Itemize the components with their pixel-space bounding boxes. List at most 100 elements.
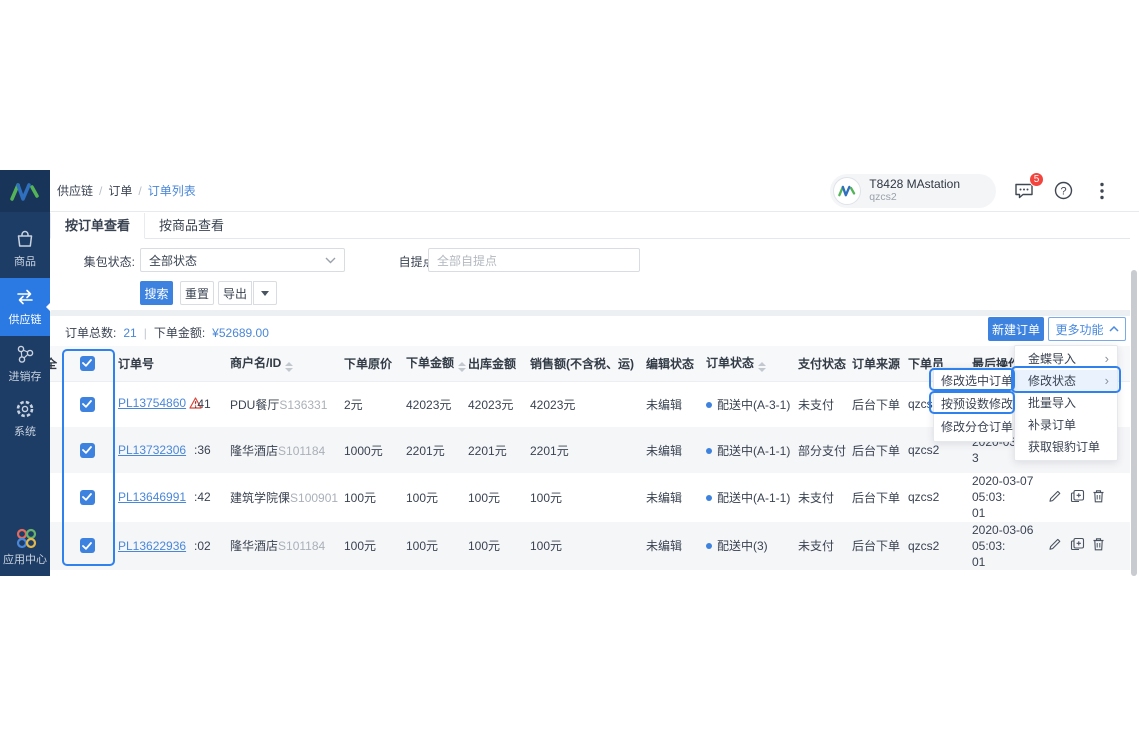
order-number-link[interactable]: PL13646991 — [118, 490, 186, 504]
order-number-link[interactable]: PL13622936 — [118, 539, 186, 553]
more-functions-menu: 金蝶导入›修改状态›批量导入补录订单获取银豹订单 — [1014, 345, 1118, 461]
cell-check — [58, 522, 116, 571]
sidebar-item-2[interactable]: 供应链 — [0, 278, 50, 336]
help-button[interactable]: ? — [1052, 180, 1074, 202]
messages-button[interactable]: 5 — [1013, 180, 1035, 202]
breadcrumb-item[interactable]: 供应链 — [57, 182, 93, 199]
kebab-icon — [1100, 182, 1104, 200]
menu-item[interactable]: 修改状态› — [1015, 370, 1117, 392]
sort-icon[interactable] — [758, 362, 766, 372]
row-checkbox[interactable] — [80, 397, 95, 412]
export-dropdown-button[interactable] — [253, 281, 277, 305]
cell-partial — [50, 381, 58, 427]
orig_price-value: 100元 — [344, 491, 376, 505]
inventory-icon — [14, 343, 36, 365]
cell-order_amt: 2201元 — [404, 427, 466, 473]
order_amt-value: 100元 — [406, 491, 438, 505]
copy-order-icon[interactable] — [1070, 537, 1085, 553]
delete-icon[interactable] — [1092, 489, 1107, 505]
submenu-item[interactable]: 修改分仓订单 — [934, 416, 1012, 439]
col-header-merchant[interactable]: 商户名/ID — [228, 346, 342, 381]
package-status-value: 全部状态 — [149, 252, 197, 269]
sales-value: 100元 — [530, 539, 562, 553]
row-checkbox[interactable] — [80, 490, 95, 505]
tab-1[interactable]: 按订单查看 — [50, 213, 145, 239]
menu-item[interactable]: 获取银豹订单 — [1015, 436, 1117, 458]
edit-icon[interactable] — [1048, 537, 1063, 553]
supply-chain-icon — [14, 286, 36, 308]
col-header-partial: 全 — [50, 346, 58, 381]
cell-orig_price: 100元 — [342, 473, 404, 522]
tab-2[interactable]: 按商品查看 — [145, 213, 238, 238]
col-header-status[interactable]: 订单状态 — [704, 346, 796, 381]
kebab-menu-button[interactable] — [1091, 180, 1113, 202]
edit-icon[interactable] — [1048, 489, 1063, 505]
export-button[interactable]: 导出 — [218, 281, 252, 305]
menu-item[interactable]: 补录订单 — [1015, 414, 1117, 436]
sort-icon[interactable] — [458, 362, 466, 372]
submenu-item-label: 修改选中订单 — [941, 370, 1013, 393]
sidebar-item-3[interactable]: 进销存 — [0, 335, 50, 393]
chevron-down-icon — [325, 257, 336, 264]
menu-item-label: 补录订单 — [1028, 414, 1076, 436]
col-header-order_amt[interactable]: 下单金额 — [404, 346, 466, 381]
cell-orig_price: 1000元 — [342, 427, 404, 473]
edit-value: 未编辑 — [646, 444, 682, 458]
menu-item-label: 批量导入 — [1028, 392, 1076, 414]
sidebar-item-4[interactable]: 系统 — [0, 390, 50, 448]
cell-sales: 42023元 — [528, 381, 644, 427]
topbar: 供应链/订单/订单列表 T8428 MAstation qzcs2 — [50, 170, 1139, 212]
breadcrumb-item[interactable]: 订单列表 — [148, 182, 196, 199]
cell-partial — [50, 473, 58, 522]
delete-icon[interactable] — [1092, 537, 1107, 553]
order-number-link[interactable]: PL13754860 — [118, 396, 186, 410]
sort-icon[interactable] — [285, 362, 293, 372]
edit-value: 未编辑 — [646, 539, 682, 553]
time-fragment: :36 — [194, 443, 211, 457]
app-logo[interactable] — [0, 170, 50, 212]
cell-orig_price: 100元 — [342, 522, 404, 571]
cell-merchant: 隆华酒店S101184 — [228, 427, 342, 473]
order-number-link[interactable]: PL13732306 — [118, 443, 186, 457]
cell-edit: 未编辑 — [644, 381, 704, 427]
pickup-point-input[interactable]: 全部自提点 — [428, 248, 640, 272]
cell-actions — [1046, 473, 1130, 522]
cell-status: 配送中(A-1-1) — [704, 473, 796, 522]
sidebar-item-5[interactable]: 应用中心 — [0, 518, 50, 576]
sidebar-item-1[interactable]: 商品 — [0, 220, 50, 278]
col-header-pay: 支付状态 — [796, 346, 850, 381]
app-center-icon — [14, 526, 36, 548]
edit-value: 未编辑 — [646, 398, 682, 412]
copy-order-icon[interactable] — [1070, 489, 1085, 505]
menu-item[interactable]: 金蝶导入› — [1015, 348, 1117, 370]
new-order-button[interactable]: 新建订单 — [988, 317, 1044, 341]
col-header-label: 出库金额 — [468, 357, 516, 371]
submenu-item[interactable]: 按预设数修改 — [934, 393, 1012, 416]
row-checkbox[interactable] — [80, 538, 95, 553]
last-op-time-line2: 01 — [972, 554, 1044, 570]
col-header-sales: 销售额(不含税、运) — [528, 346, 644, 381]
row-checkbox[interactable] — [80, 443, 95, 458]
pickup-point-placeholder: 全部自提点 — [437, 252, 497, 269]
merchant-id: S101184 — [278, 539, 325, 553]
more-functions-button[interactable]: 更多功能 — [1048, 317, 1126, 341]
breadcrumb-item[interactable]: 订单 — [108, 182, 132, 199]
select-all-checkbox[interactable] — [80, 356, 95, 371]
submenu-item-label: 按预设数修改 — [941, 393, 1013, 416]
search-button[interactable]: 搜索 — [140, 281, 173, 305]
user-meta: T8428 MAstation qzcs2 — [869, 178, 960, 204]
cell-edit: 未编辑 — [644, 427, 704, 473]
modify-status-submenu: 修改选中订单按预设数修改修改分仓订单 — [933, 367, 1013, 442]
cell-sales: 2201元 — [528, 427, 644, 473]
source-value: 后台下单 — [852, 491, 900, 505]
reset-button[interactable]: 重置 — [180, 281, 214, 305]
source-value: 后台下单 — [852, 539, 900, 553]
cell-pay: 部分支付 — [796, 427, 850, 473]
submenu-item[interactable]: 修改选中订单 — [934, 370, 1012, 393]
user-pill[interactable]: T8428 MAstation qzcs2 — [830, 174, 996, 208]
cell-operator: qzcs2 — [906, 522, 970, 571]
vertical-scrollbar[interactable] — [1131, 270, 1137, 576]
menu-item[interactable]: 批量导入 — [1015, 392, 1117, 414]
breadcrumb-separator: / — [99, 184, 102, 198]
package-status-select[interactable]: 全部状态 — [140, 248, 345, 272]
